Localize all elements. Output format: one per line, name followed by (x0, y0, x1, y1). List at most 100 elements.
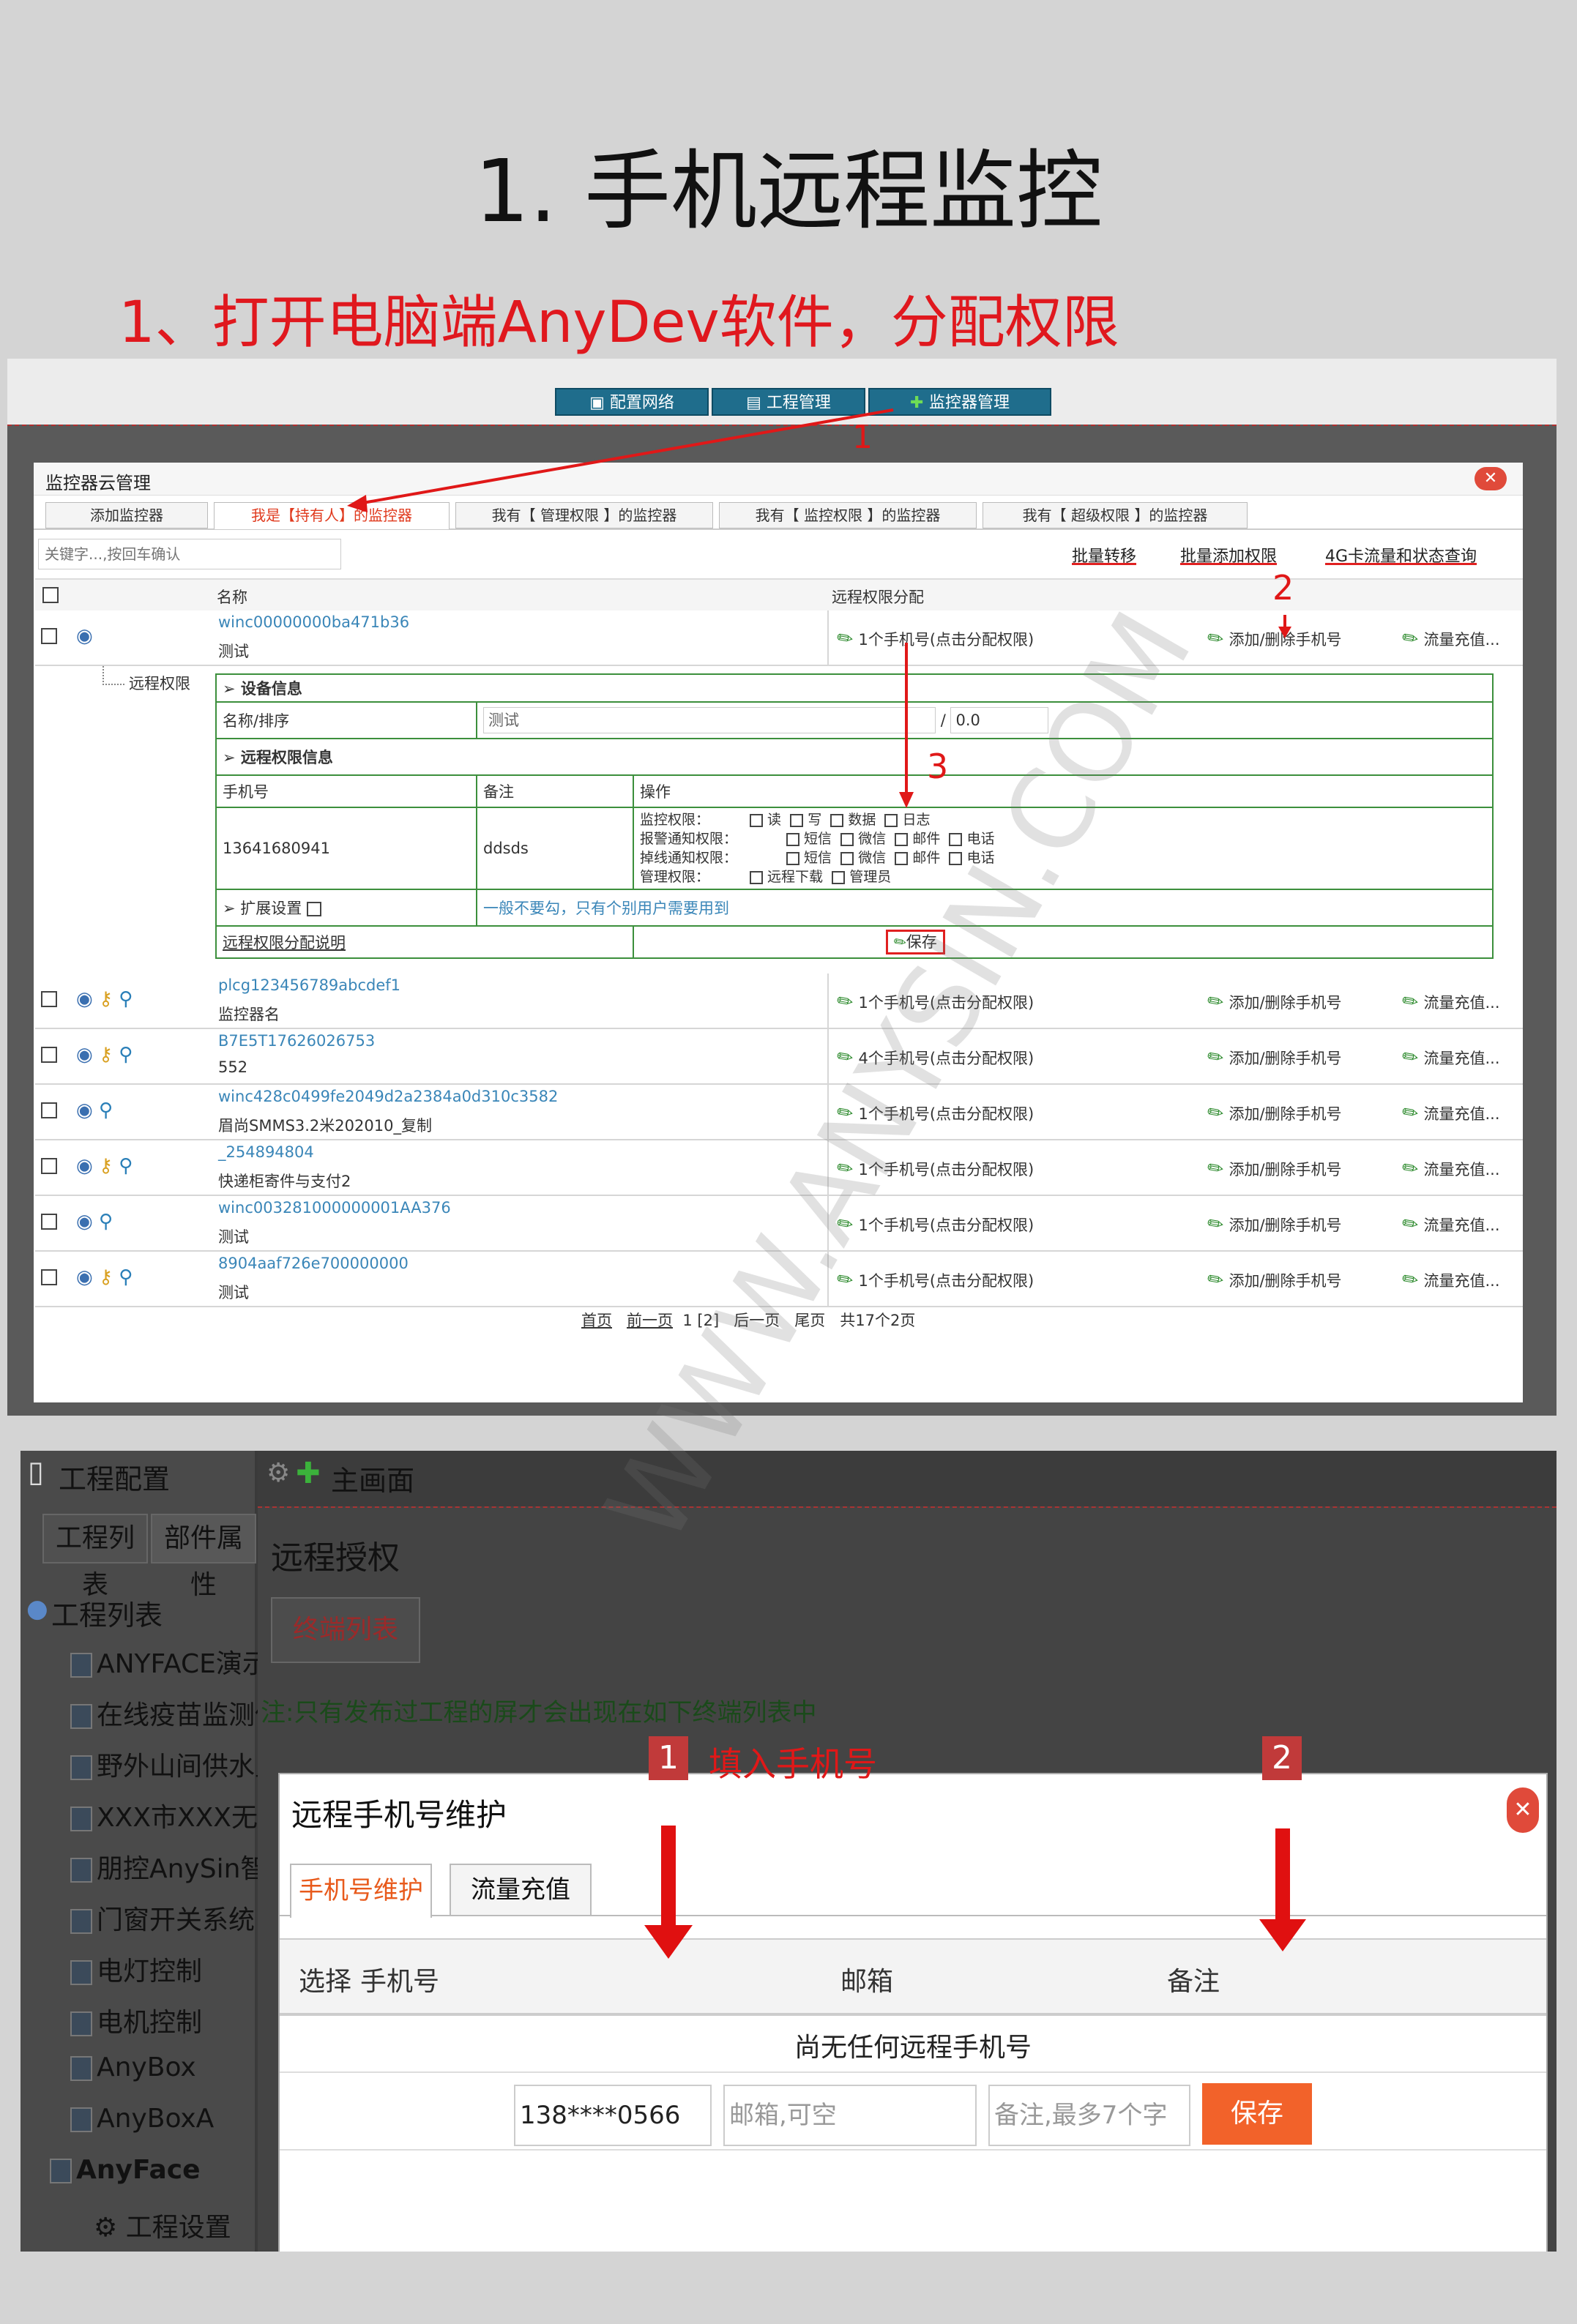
tree-root-label: 工程列表 (51, 1599, 163, 1632)
search-icon[interactable]: ⚲ (119, 1155, 133, 1177)
row-checkbox[interactable] (41, 1047, 57, 1063)
monitor-id-link[interactable]: B7E5T17626026753 (218, 1032, 375, 1050)
perm-explain-link[interactable]: 远程权限分配说明 (223, 934, 346, 952)
flow-recharge-link[interactable]: ✎ 流量充值... (1398, 1044, 1499, 1071)
phone-input[interactable]: 138****0566 (514, 2085, 712, 2146)
flow-recharge-link[interactable]: ✎ 流量充值... (1398, 1099, 1499, 1126)
monitor-name: 监控器名 (218, 1006, 280, 1023)
empty-message: 尚无任何远程手机号 (794, 2033, 1032, 2063)
doc-icon: ▯ (28, 1455, 45, 1489)
monitor-action-icons[interactable]: ◉ ⚲ (76, 1211, 113, 1233)
add-remove-phone-link[interactable]: ✎ 添加/删除手机号 (1203, 1099, 1341, 1126)
search-icon[interactable]: ⚲ (99, 1099, 113, 1121)
annotation-number-2: 2 (1272, 568, 1294, 608)
search-icon[interactable]: ⚲ (99, 1211, 113, 1233)
info-icon[interactable]: ◉ (76, 1155, 93, 1177)
plus-icon[interactable]: ✚ (296, 1457, 321, 1490)
pencil-icon: ✎ (1203, 988, 1229, 1016)
row-checkbox[interactable] (41, 1158, 57, 1174)
tree-item[interactable]: AnyBoxA (70, 2104, 214, 2134)
annotation-number-1: 1 (852, 419, 873, 456)
tree-item[interactable]: 电机控制 (70, 2001, 202, 2039)
key-icon[interactable]: ⚷ (99, 1044, 113, 1066)
add-remove-phone-link[interactable]: ✎ 添加/删除手机号 (1203, 1211, 1341, 1238)
key-icon[interactable]: ⚷ (99, 1266, 113, 1288)
info-icon[interactable]: ◉ (76, 1099, 93, 1121)
ext-settings-label: 扩展设置 (240, 900, 302, 917)
monitor-id-link[interactable]: plcg123456789abcdef1 (218, 976, 400, 994)
assign-perm-link[interactable]: ✎ 1个手机号(点击分配权限) (832, 1266, 1034, 1293)
row-checkbox[interactable] (41, 1102, 57, 1118)
info-icon[interactable]: ◉ (76, 1211, 93, 1233)
column-divider (827, 974, 829, 1028)
project-icon (70, 2011, 92, 2036)
expand-arrow-icon: ➢ (223, 900, 241, 917)
modal-save-button[interactable]: 保存 (1202, 2083, 1312, 2145)
pencil-icon: ✎ (1398, 1044, 1424, 1072)
monitor-name: 测试 (218, 1284, 249, 1301)
publish-notice: 注:只有发布过工程的屏才会出现在如下终端列表中 (261, 1698, 817, 1727)
tree-item[interactable]: AnyFace (50, 2155, 201, 2185)
page-total: 共17个2页 (840, 1312, 916, 1329)
monitor-id-link[interactable]: _254894804 (218, 1143, 314, 1161)
pencil-icon: ✎ (1203, 1211, 1229, 1238)
flow-recharge-link[interactable]: ✎ 流量充值... (1398, 988, 1499, 1015)
gear-icon[interactable]: ⚙ (266, 1458, 290, 1488)
project-icon (50, 2159, 72, 2183)
pencil-icon: ✎ (1398, 1099, 1424, 1127)
pencil-icon: ✎ (1398, 1155, 1424, 1183)
ext-settings-checkbox[interactable] (306, 902, 321, 916)
row-checkbox[interactable] (41, 991, 57, 1007)
pencil-icon: ✎ (1398, 1266, 1424, 1294)
key-icon[interactable]: ⚷ (99, 1155, 113, 1177)
search-icon[interactable]: ⚲ (119, 988, 133, 1010)
row-checkbox[interactable] (41, 1214, 57, 1230)
fill-phone-tip: 填入手机号 (709, 1744, 877, 1784)
monitor-action-icons[interactable]: ◉ ⚷ ⚲ (76, 988, 133, 1010)
tree-item[interactable]: AnyBox (70, 2052, 196, 2082)
monitor-action-icons[interactable]: ◉ ⚷ ⚲ (76, 1266, 133, 1288)
first-page-link[interactable]: 首页 (581, 1312, 612, 1329)
prev-page-link[interactable]: 前一页 (627, 1312, 673, 1329)
search-icon[interactable]: ⚲ (119, 1266, 133, 1288)
monitor-id-link[interactable]: winc003281000000001AA376 (218, 1199, 451, 1217)
pencil-icon: ✎ (1203, 1044, 1229, 1072)
email-input[interactable]: 邮箱,可空 (723, 2085, 977, 2146)
note-input[interactable]: 备注,最多7个字 (988, 2085, 1190, 2146)
monitor-action-icons[interactable]: ◉ ⚷ ⚲ (76, 1044, 133, 1066)
project-config-title: 工程配置 (59, 1463, 171, 1495)
monitor-id-link[interactable]: winc428c0499fe2049d2a2384a0d310c3582 (218, 1088, 558, 1105)
add-remove-phone-link[interactable]: ✎ 添加/删除手机号 (1203, 1044, 1341, 1071)
add-remove-phone-link[interactable]: ✎ 添加/删除手机号 (1203, 988, 1341, 1015)
monitor-name: 测试 (218, 1228, 249, 1246)
tree-item[interactable]: ⚙ 工程设置 (94, 2206, 231, 2244)
info-icon[interactable]: ◉ (76, 1044, 93, 1066)
table-row: ◉ ⚷ ⚲ B7E5T17626026753 552 ✎ 4个手机号(点击分配权… (35, 1029, 1523, 1085)
search-icon[interactable]: ⚲ (119, 1044, 133, 1066)
info-icon[interactable]: ◉ (76, 1266, 93, 1288)
tab-terminal-list[interactable]: 终端列表 (271, 1597, 420, 1663)
add-remove-phone-link[interactable]: ✎ 添加/删除手机号 (1203, 1266, 1341, 1293)
tab-project-list[interactable]: 工程列表 (42, 1514, 148, 1600)
row-checkbox[interactable] (41, 1269, 57, 1285)
main-screen-title: 主画面 (331, 1465, 415, 1497)
tab-component-props[interactable]: 部件属性 (151, 1514, 256, 1600)
tree-root-icon: ● (26, 1594, 48, 1624)
label-2-badge: 2 (1262, 1736, 1302, 1780)
monitor-action-icons[interactable]: ◉ ⚲ (76, 1099, 113, 1121)
pencil-icon: ✎ (1203, 1099, 1229, 1127)
flow-recharge-link[interactable]: ✎ 流量充值... (1398, 1211, 1499, 1238)
monitor-name: 眉尚SMMS3.2米202010_复制 (218, 1117, 432, 1135)
monitor-id-link[interactable]: 8904aaf726e700000000 (218, 1255, 409, 1272)
info-icon[interactable]: ◉ (76, 988, 93, 1010)
pencil-icon: ✎ (1398, 1211, 1424, 1238)
monitor-action-icons[interactable]: ◉ ⚷ ⚲ (76, 1155, 133, 1177)
table-row: ◉ ⚷ ⚲ plcg123456789abcdef1 监控器名 ✎ 1个手机号(… (35, 974, 1523, 1029)
key-icon[interactable]: ⚷ (99, 988, 113, 1010)
flow-recharge-link[interactable]: ✎ 流量充值... (1398, 1266, 1499, 1293)
monitor-name: 快递柜寄件与支付2 (218, 1173, 351, 1190)
flow-recharge-link[interactable]: ✎ 流量充值... (1398, 1155, 1499, 1182)
add-remove-phone-link[interactable]: ✎ 添加/删除手机号 (1203, 1155, 1341, 1182)
label-1-badge: 1 (649, 1736, 688, 1780)
project-icon (70, 2107, 92, 2132)
